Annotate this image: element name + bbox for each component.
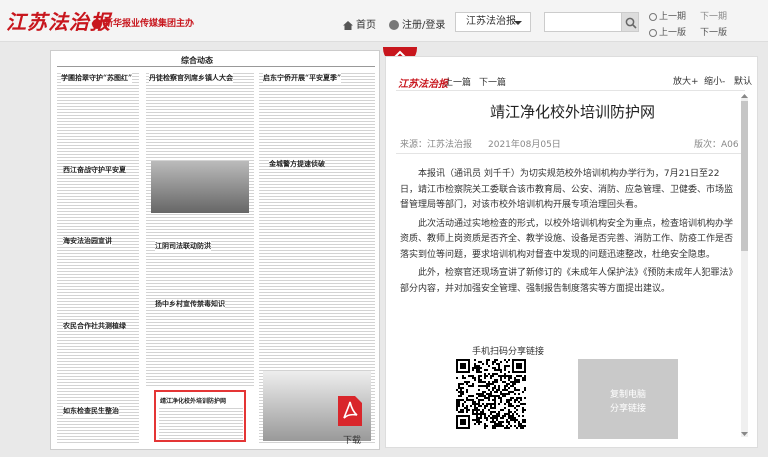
login-label: 注册/登录 bbox=[402, 20, 446, 31]
headline[interactable]: 扬中乡村宣传禁毒知识 bbox=[155, 299, 225, 309]
headline[interactable]: 海安法治园宣讲 bbox=[63, 236, 112, 246]
qr-code bbox=[456, 359, 526, 429]
headline[interactable]: 学圃拾翠守护“苏图红” bbox=[61, 73, 133, 83]
zoom-default-button[interactable]: 默认 bbox=[734, 74, 752, 87]
headline[interactable]: 金城警方提速侦破 bbox=[269, 159, 325, 169]
news-photo bbox=[151, 161, 249, 213]
prev-page-label: 上一版 bbox=[659, 28, 687, 38]
scrollbar-thumb[interactable] bbox=[741, 101, 748, 251]
publisher-label: 新华报业传媒集团主办 bbox=[92, 16, 194, 29]
share-label: 手机扫码分享链接 bbox=[472, 347, 545, 357]
headline[interactable]: 西江奋战守护平安夏 bbox=[63, 165, 126, 175]
headline[interactable]: 农民合作社共测植绿 bbox=[63, 321, 126, 331]
zoom-out-button[interactable]: 缩小- bbox=[704, 74, 725, 87]
headline: 靖江净化校外培训防护网 bbox=[160, 396, 227, 405]
copy-link-button[interactable]: 复制电脑 分享链接 bbox=[578, 359, 678, 439]
article-title: 靖江净化校外培训防护网 bbox=[489, 103, 655, 121]
pdf-icon[interactable] bbox=[338, 396, 362, 426]
scroll-down-icon[interactable] bbox=[741, 431, 748, 437]
copy-link-label-2: 分享链接 bbox=[609, 404, 646, 414]
copy-link-label-1: 复制电脑 bbox=[609, 390, 646, 400]
circle-icon bbox=[649, 28, 657, 37]
next-period-link[interactable]: 下一期 bbox=[700, 9, 727, 22]
prev-period-label: 上一期 bbox=[659, 12, 687, 22]
article-logo: 江苏法治报 bbox=[398, 79, 448, 90]
newspaper-page[interactable]: 综合动态 学圃拾翠守护“苏图红” 西江奋战守护平安夏 海安法治园宣讲 农民合作社… bbox=[50, 50, 380, 450]
divider bbox=[396, 153, 745, 154]
article-paragraph: 此外，检察官还现场宣讲了新修订的《未成年人保护法》《预防未成年人犯罪法》部分内容… bbox=[400, 268, 734, 294]
search-icon bbox=[625, 17, 637, 29]
login-link[interactable]: 注册/登录 bbox=[389, 16, 445, 31]
home-link[interactable]: 首页 bbox=[343, 16, 376, 31]
prev-article-link[interactable]: 上一篇 bbox=[444, 75, 471, 88]
prev-page-link[interactable]: 上一版 bbox=[649, 25, 686, 38]
next-period-label: 下一期 bbox=[700, 12, 728, 22]
download-label[interactable]: 下载 bbox=[343, 433, 361, 446]
selected-article-highlight[interactable]: 靖江净化校外培训防护网 bbox=[154, 390, 246, 442]
scroll-up-icon[interactable] bbox=[741, 93, 748, 99]
zoom-in-button[interactable]: 放大+ bbox=[673, 74, 699, 87]
article-paragraph: 此次活动通过实地检查的形式，以校外培训机构安全为重点，检查培训机构办学资质、教师… bbox=[400, 218, 734, 260]
headline[interactable]: 丹徒检察官列席乡镇人大会 bbox=[149, 73, 233, 83]
search-button[interactable] bbox=[621, 12, 639, 32]
article-paragraph: 本报讯（通讯员 刘千千）为切实规范校外培训机构办学行为，7月21日至22日，靖江… bbox=[400, 169, 734, 210]
home-label: 首页 bbox=[356, 20, 376, 31]
article-column bbox=[57, 71, 139, 443]
chevron-down-icon bbox=[514, 21, 522, 25]
next-page-label: 下一版 bbox=[700, 28, 728, 38]
user-icon bbox=[389, 20, 399, 30]
publisher-text: 新华报业传媒集团主办 bbox=[104, 19, 195, 29]
next-page-link[interactable]: 下一版 bbox=[700, 25, 727, 38]
divider bbox=[57, 66, 375, 67]
article-edition: 版次：A06 bbox=[694, 140, 739, 150]
article-column bbox=[159, 406, 243, 440]
prev-period-link[interactable]: 上一期 bbox=[649, 9, 686, 22]
paper-select-value: 江苏法治报 bbox=[466, 16, 516, 27]
article-body: 本报讯（通讯员 刘千千）为切实规范校外培训机构办学行为，7月21日至22日，靖江… bbox=[400, 167, 736, 300]
publisher-mark-icon bbox=[92, 18, 102, 29]
article-column bbox=[146, 71, 254, 387]
section-title: 综合动态 bbox=[181, 55, 213, 65]
top-header: 江苏法治报 新华报业传媒集团主办 首页 注册/登录 江苏法治报 上一期 下一期 … bbox=[0, 0, 768, 42]
headline[interactable]: 如东检查民生整治 bbox=[63, 406, 119, 416]
headline[interactable]: 江阴司法联动防洪 bbox=[155, 241, 211, 251]
article-panel: 江苏法治报 上一篇 下一篇 放大+ 缩小- 默认 靖江净化校外培训防护网 来源：… bbox=[385, 56, 758, 448]
paper-select[interactable]: 江苏法治报 bbox=[455, 12, 531, 32]
circle-icon bbox=[649, 12, 657, 21]
headline[interactable]: 启东宁侨开展“平安夏季” bbox=[263, 73, 342, 83]
article-source: 来源：江苏法治报 bbox=[400, 140, 473, 150]
search-input[interactable] bbox=[544, 12, 622, 32]
article-date: 2021年08月05日 bbox=[488, 140, 561, 150]
next-article-link[interactable]: 下一篇 bbox=[479, 75, 506, 88]
home-icon bbox=[343, 20, 353, 30]
divider bbox=[396, 90, 745, 91]
